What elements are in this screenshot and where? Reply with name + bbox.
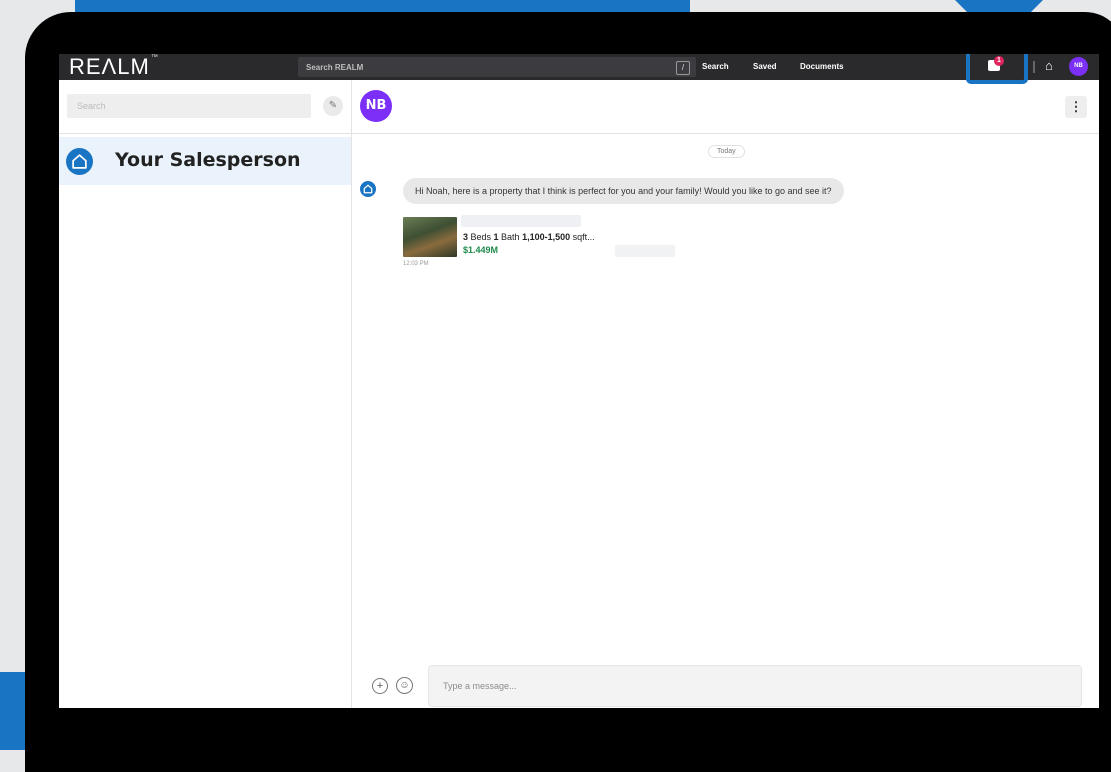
- message-input[interactable]: Type a message...: [428, 665, 1082, 707]
- redacted-detail: [615, 245, 675, 257]
- property-specs: 3 Beds 1 Bath 1,100-1,500 sqft...: [463, 232, 595, 242]
- add-icon[interactable]: +: [372, 678, 388, 694]
- chat-panel: NB ⋮ Today Hi Noah, here is a property t…: [352, 80, 1099, 708]
- conversation-item-your-salesperson[interactable]: Your Salesperson: [59, 137, 351, 185]
- property-price: $1.449M: [463, 245, 499, 255]
- emoji-icon[interactable]: ☺: [396, 677, 413, 694]
- beds-label: Beds: [468, 232, 494, 242]
- chat-header-divider: [352, 133, 1099, 134]
- nav-link-saved[interactable]: Saved: [753, 62, 777, 71]
- slash-shortcut-hint: /: [676, 61, 690, 75]
- nav-link-search[interactable]: Search: [702, 62, 729, 71]
- redacted-address: [461, 215, 581, 227]
- conversation-name: Your Salesperson: [115, 149, 301, 171]
- nav-link-documents[interactable]: Documents: [800, 62, 844, 71]
- nav-divider: [1033, 61, 1035, 73]
- bath-label: Bath: [498, 232, 523, 242]
- home-icon[interactable]: ⌂: [1045, 59, 1053, 73]
- global-search-input[interactable]: Search REALM /: [298, 57, 696, 77]
- sqft-range: 1,100-1,500: [522, 232, 571, 242]
- home-icon: [66, 148, 93, 175]
- callout-banner: [75, 0, 690, 12]
- app-screen: REΛLM™ Search REALM / Search Saved Docum…: [59, 54, 1099, 708]
- user-avatar[interactable]: NB: [1069, 57, 1088, 76]
- top-nav: REΛLM™ Search REALM / Search Saved Docum…: [59, 54, 1099, 84]
- chat-header-avatar[interactable]: NB: [360, 90, 392, 122]
- property-listing-card[interactable]: 3 Beds 1 Bath 1,100-1,500 sqft... $1.449…: [403, 215, 723, 267]
- conversation-sidebar: Search ✎ Your Salesperson: [59, 80, 352, 708]
- logo-trademark: ™: [150, 54, 159, 61]
- message-timestamp: 12:03 PM: [403, 261, 429, 267]
- property-thumbnail[interactable]: [403, 217, 457, 257]
- realm-logo[interactable]: REΛLM™: [69, 54, 159, 80]
- compose-icon[interactable]: ✎: [323, 96, 343, 116]
- sidebar-divider: [59, 133, 351, 134]
- sqft-label: sqft...: [570, 232, 595, 242]
- conversation-search-input[interactable]: Search: [67, 94, 311, 118]
- global-search-placeholder: Search REALM: [306, 62, 364, 72]
- logo-text: REΛLM: [69, 54, 150, 79]
- date-separator: Today: [708, 145, 745, 158]
- message-bubble: Hi Noah, here is a property that I think…: [403, 178, 844, 204]
- sender-home-icon: [360, 181, 376, 197]
- callout-tab: [0, 672, 26, 750]
- kebab-menu-icon[interactable]: ⋮: [1065, 96, 1087, 118]
